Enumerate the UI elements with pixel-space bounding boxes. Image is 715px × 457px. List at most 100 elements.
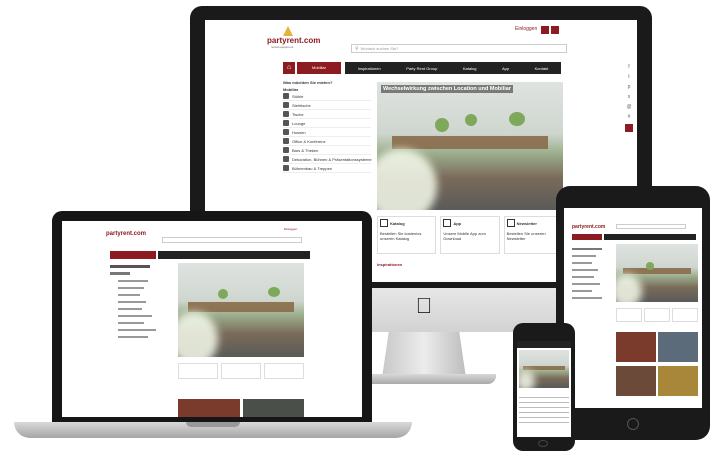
inspiration-grid: [616, 366, 698, 396]
logo-subtitle: rental equipment: [271, 45, 294, 49]
laptop-screen: partyrent.com Einloggen: [62, 221, 362, 417]
sidebar-item[interactable]: Dekoration, Bühnen & Präsentationssystem…: [283, 155, 372, 164]
main-nav: Inspirationen Party Rent Group Katalog A…: [345, 62, 561, 74]
mail-icon[interactable]: @: [626, 104, 631, 110]
app-card[interactable]: App Unsere Mobile App zum Download: [440, 216, 500, 254]
bar-icon: [283, 147, 289, 153]
plant-decoration: [435, 118, 449, 132]
responsive-showcase:  Einloggen partyrent.com rental equipme…: [0, 0, 715, 457]
catalog-card[interactable]: Katalog Bestellen Sie kostenlos unseren …: [377, 216, 437, 254]
cart-icon[interactable]: [551, 26, 559, 34]
main-nav: [158, 251, 310, 259]
flame-logo-icon: [283, 26, 293, 36]
sidebar: [110, 265, 166, 415]
sidebar-item-label: Lounge: [292, 120, 306, 126]
thumbnail[interactable]: [616, 332, 656, 362]
nav-item-catalog[interactable]: Katalog: [463, 66, 477, 71]
social-rail: f t p s @ #: [625, 64, 633, 132]
sidebar-tab[interactable]: Mobiliar: [297, 62, 341, 74]
twitter-icon[interactable]: t: [628, 74, 629, 80]
sidebar-item[interactable]: Bars & Theken: [283, 146, 371, 155]
phone-screen: [517, 341, 571, 437]
newsletter-card[interactable]: Newsletter Bestellen Sie unseren Newslet…: [503, 216, 563, 254]
main-nav: [604, 234, 696, 240]
inspiration-grid: [616, 332, 698, 362]
card-title: Newsletter: [516, 220, 537, 226]
pinterest-icon[interactable]: p: [628, 84, 631, 90]
sidebar-item-label: Stühle: [292, 93, 304, 99]
nav-item-inspirations[interactable]: Inspirationen: [358, 66, 381, 71]
sidebar-tab[interactable]: [110, 251, 156, 259]
site-logo[interactable]: partyrent.com: [106, 231, 146, 237]
card-text: Bestellen Sie unseren Newsletter: [506, 231, 546, 241]
table-icon: [283, 111, 289, 117]
sidebar-tab[interactable]: [572, 234, 602, 240]
section-label: Inspirationen: [377, 262, 403, 267]
sidebar-item[interactable]: Stehtische: [283, 101, 371, 110]
home-icon: ⌂: [286, 64, 292, 71]
hero-image[interactable]: [519, 350, 569, 388]
share-icon[interactable]: s: [628, 94, 631, 100]
thumbnail[interactable]: [658, 332, 698, 362]
feature-cards: [616, 308, 698, 322]
phone-menu: [519, 393, 569, 433]
sidebar-item-label: Bühnenbau & Treppen: [292, 165, 333, 171]
search-placeholder: Wonach suchen Sie?: [360, 46, 399, 51]
monitor-stand: [382, 332, 466, 378]
sidebar-item[interactable]: Stühle: [283, 92, 371, 101]
nav-item-contact[interactable]: Kontakt: [535, 66, 549, 71]
office-icon: [283, 138, 289, 144]
site-logo[interactable]: partyrent.com: [572, 224, 605, 230]
site-logo[interactable]: partyrent.com: [267, 36, 320, 45]
sidebar-item-label: Hussen: [292, 129, 306, 135]
tablet-home-button: [627, 418, 639, 430]
hero-image[interactable]: [178, 263, 304, 357]
newsletter-card[interactable]: [264, 363, 304, 379]
search-input[interactable]: [162, 237, 302, 243]
thumbnail[interactable]: [658, 366, 698, 396]
phone-header: [517, 341, 571, 348]
home-button[interactable]: ⌂: [283, 62, 295, 74]
search-input[interactable]: ⚲ Wonach suchen Sie?: [351, 44, 567, 53]
nav-item-group[interactable]: Party Rent Group: [406, 66, 437, 71]
sidebar-item[interactable]: Office & Konferenz: [283, 137, 371, 146]
catalog-card[interactable]: [178, 363, 218, 379]
user-icon[interactable]: [541, 26, 549, 34]
search-icon: ⚲: [355, 45, 359, 52]
monitor-foot: [352, 374, 496, 384]
sidebar-item[interactable]: Tische: [283, 110, 371, 119]
nav-item-app[interactable]: App: [502, 66, 509, 71]
print-icon[interactable]: #: [628, 114, 631, 120]
login-link[interactable]: Einloggen: [284, 227, 297, 231]
cover-icon: [283, 129, 289, 135]
inspiration-thumbs: [178, 399, 304, 417]
feature-cards: Katalog Bestellen Sie kostenlos unseren …: [377, 216, 563, 254]
bookmark-icon[interactable]: [625, 124, 633, 132]
tablet-screen: partyrent.com: [564, 208, 702, 408]
stage-icon: [283, 165, 289, 171]
newsletter-card[interactable]: [672, 308, 698, 322]
app-card[interactable]: [644, 308, 670, 322]
thumbnail[interactable]: [242, 399, 304, 417]
login-link[interactable]: Einloggen: [515, 26, 537, 32]
catalog-icon: [380, 219, 388, 227]
sidebar-item[interactable]: Lounge: [283, 119, 371, 128]
catalog-card[interactable]: [616, 308, 642, 322]
plant-decoration: [465, 114, 477, 126]
search-input[interactable]: [616, 224, 686, 229]
sidebar-item-label: Tische: [292, 111, 304, 117]
app-icon: [443, 219, 452, 227]
card-text: Unsere Mobile App zum Download: [443, 231, 486, 241]
sidebar-item[interactable]: Hussen: [283, 128, 371, 137]
sidebar-item[interactable]: Bühnenbau & Treppen: [283, 164, 371, 173]
plant-decoration: [509, 112, 525, 126]
app-card[interactable]: [221, 363, 261, 379]
thumbnail[interactable]: [178, 399, 240, 417]
card-title: App: [453, 220, 462, 226]
hero-image[interactable]: Wechselwirkung zwischen Location und Mob…: [377, 82, 563, 210]
thumbnail[interactable]: [616, 366, 656, 396]
facebook-icon[interactable]: f: [628, 64, 629, 70]
sidebar-tab-label: Mobiliar: [311, 65, 326, 70]
hero-image[interactable]: [616, 244, 698, 302]
laptop-notch: [186, 422, 240, 427]
